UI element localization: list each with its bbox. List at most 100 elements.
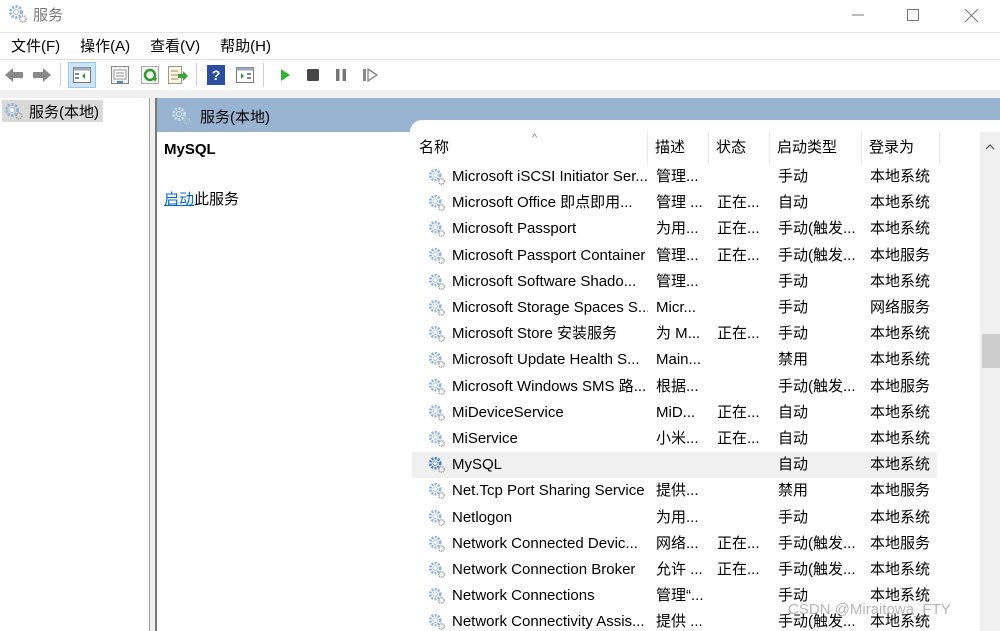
- cell-startup-type: 自动: [778, 430, 809, 447]
- cell-description: 管理 ...: [656, 194, 703, 212]
- export-list-button[interactable]: [167, 64, 189, 86]
- column-header-logon-as[interactable]: 登录为: [862, 132, 940, 164]
- column-header-description[interactable]: 描述: [648, 132, 709, 164]
- table-row[interactable]: Netlogon 为用... 手动 本地系统: [412, 505, 937, 531]
- watermark: CSDN @Miraitowa_FTY: [788, 601, 951, 618]
- cell-status: 正在...: [717, 561, 760, 578]
- cell-name: Microsoft Windows SMS 路...: [452, 377, 647, 395]
- table-row[interactable]: MySQL 自动 本地系统: [412, 452, 937, 479]
- cell-status: [717, 295, 769, 321]
- service-gear-icon: [428, 509, 446, 527]
- table-row[interactable]: Microsoft Storage Spaces S... Micr... 手动 网络…: [412, 295, 937, 321]
- scroll-up-button[interactable]: [980, 138, 1000, 154]
- table-row[interactable]: Microsoft Software Shado... 管理... 手动 本地系统: [412, 269, 937, 295]
- cell-description: 管理...: [656, 168, 699, 185]
- cell-description: 允许 ...: [656, 561, 703, 578]
- console-tree: 服务(本地): [0, 98, 150, 631]
- table-row[interactable]: Microsoft Passport 为用... 正在... 手动(触发... 本地系统: [412, 216, 937, 242]
- cell-name: Network Connected Devic...: [452, 534, 638, 552]
- show-hide-console-tree-button[interactable]: [68, 62, 96, 88]
- column-header-status[interactable]: 状态: [709, 132, 770, 164]
- forward-button[interactable]: [31, 64, 53, 86]
- cell-description: 网络...: [656, 534, 699, 552]
- pause-service-button[interactable]: [330, 64, 352, 86]
- menu-file[interactable]: 文件(F): [0, 34, 70, 59]
- properties-button[interactable]: [109, 64, 131, 86]
- cell-status: [717, 609, 769, 631]
- table-row[interactable]: Network Connected Devic... 网络... 正在... 手动(触…: [412, 531, 937, 557]
- close-icon: [964, 8, 978, 22]
- start-service-button[interactable]: [274, 64, 296, 86]
- toolbar-separator: [263, 63, 264, 87]
- cell-startup-type: 手动(触发...: [778, 377, 856, 395]
- table-row[interactable]: MiService 小米... 正在... 自动 本地系统: [412, 426, 937, 452]
- refresh-button[interactable]: [139, 64, 161, 86]
- table-row[interactable]: Microsoft Store 安装服务 为 M... 正在... 手动 本地系统: [412, 321, 937, 347]
- cell-name: Microsoft Store 安装服务: [452, 325, 618, 343]
- minimize-button[interactable]: [835, 0, 881, 30]
- close-button[interactable]: [948, 0, 994, 30]
- chevron-up-icon: [985, 143, 995, 149]
- menu-action[interactable]: 操作(A): [70, 34, 140, 59]
- table-row[interactable]: Microsoft Update Health S... Main... 禁用 本地系…: [412, 347, 937, 373]
- help-button[interactable]: ?: [205, 64, 227, 86]
- stop-service-button[interactable]: [302, 64, 324, 86]
- start-service-link[interactable]: 启动: [164, 191, 194, 208]
- show-hide-action-pane-button[interactable]: [234, 64, 256, 86]
- column-header-startup-type[interactable]: 启动类型: [770, 132, 862, 164]
- cell-name: Microsoft Storage Spaces S...: [452, 299, 648, 316]
- cell-logon-as: 本地服务: [870, 377, 931, 395]
- cell-status: [717, 374, 769, 400]
- scrollbar-thumb[interactable]: [982, 334, 1000, 368]
- service-gear-icon: [428, 273, 446, 291]
- table-row[interactable]: Microsoft Windows SMS 路... 根据... 手动(触发... 本…: [412, 374, 937, 400]
- selected-service-name: MySQL: [164, 141, 216, 158]
- cell-status: 正在...: [717, 430, 760, 447]
- cell-description: [656, 452, 708, 478]
- cell-startup-type: 手动(触发...: [778, 561, 856, 578]
- description-panel: MySQL 启动此服务: [157, 132, 410, 631]
- cell-description: 为 M...: [656, 325, 701, 343]
- service-gear-icon: [428, 325, 446, 343]
- service-gear-icon: [428, 247, 446, 265]
- cell-description: Micr...: [656, 299, 696, 316]
- cell-description: 提供...: [656, 482, 699, 500]
- tree-item-services-local[interactable]: 服务(本地): [2, 100, 103, 122]
- service-gear-icon: [428, 430, 446, 448]
- service-gear-icon: [428, 456, 446, 474]
- back-button[interactable]: [3, 64, 25, 86]
- content-header-title: 服务(本地): [200, 109, 270, 126]
- vertical-scrollbar[interactable]: [980, 132, 1000, 631]
- table-row[interactable]: Network Connection Broker 允许 ... 正在... 手动(触…: [412, 557, 937, 583]
- menu-help[interactable]: 帮助(H): [210, 34, 281, 59]
- cell-logon-as: 本地服务: [870, 482, 931, 500]
- table-row[interactable]: Microsoft Office 即点即用... 管理 ... 正在... 自动 本地系…: [412, 190, 937, 216]
- menu-view[interactable]: 查看(V): [140, 34, 210, 59]
- cell-name: Microsoft Update Health S...: [452, 351, 640, 369]
- service-gear-icon: [428, 194, 446, 212]
- column-header-label: 名称: [419, 139, 450, 156]
- table-row[interactable]: MiDeviceService MiD... 正在... 自动 本地系统: [412, 400, 937, 426]
- cell-name: Network Connections: [452, 587, 595, 605]
- table-row[interactable]: Microsoft Passport Container 管理... 正在... 手动…: [412, 243, 937, 269]
- cell-status: [717, 452, 769, 478]
- export-list-icon: [168, 66, 188, 84]
- cell-status: [717, 478, 769, 504]
- cell-startup-type: 手动: [778, 272, 809, 290]
- cell-startup-type: 自动: [778, 456, 809, 474]
- cell-name: Netlogon: [452, 508, 513, 526]
- menu-bar: 文件(F) 操作(A) 查看(V) 帮助(H): [0, 32, 1000, 59]
- cell-name: Microsoft Passport: [452, 220, 577, 238]
- cell-startup-type: 禁用: [778, 351, 809, 369]
- service-gear-icon: [428, 613, 446, 631]
- services-gear-icon: [5, 103, 23, 120]
- column-header-name[interactable]: ^ 名称: [412, 132, 648, 164]
- window-title: 服务: [33, 7, 64, 24]
- toolbar: ?: [0, 59, 1000, 90]
- table-row[interactable]: Net.Tcp Port Sharing Service 提供... 禁用 本地服务: [412, 478, 937, 504]
- table-row[interactable]: Microsoft iSCSI Initiator Ser... 管理... 手动 本…: [412, 164, 937, 190]
- restart-service-button[interactable]: [359, 64, 381, 86]
- services-gear-icon: [171, 106, 193, 131]
- maximize-button[interactable]: [890, 0, 936, 30]
- back-arrow-icon: [5, 68, 23, 82]
